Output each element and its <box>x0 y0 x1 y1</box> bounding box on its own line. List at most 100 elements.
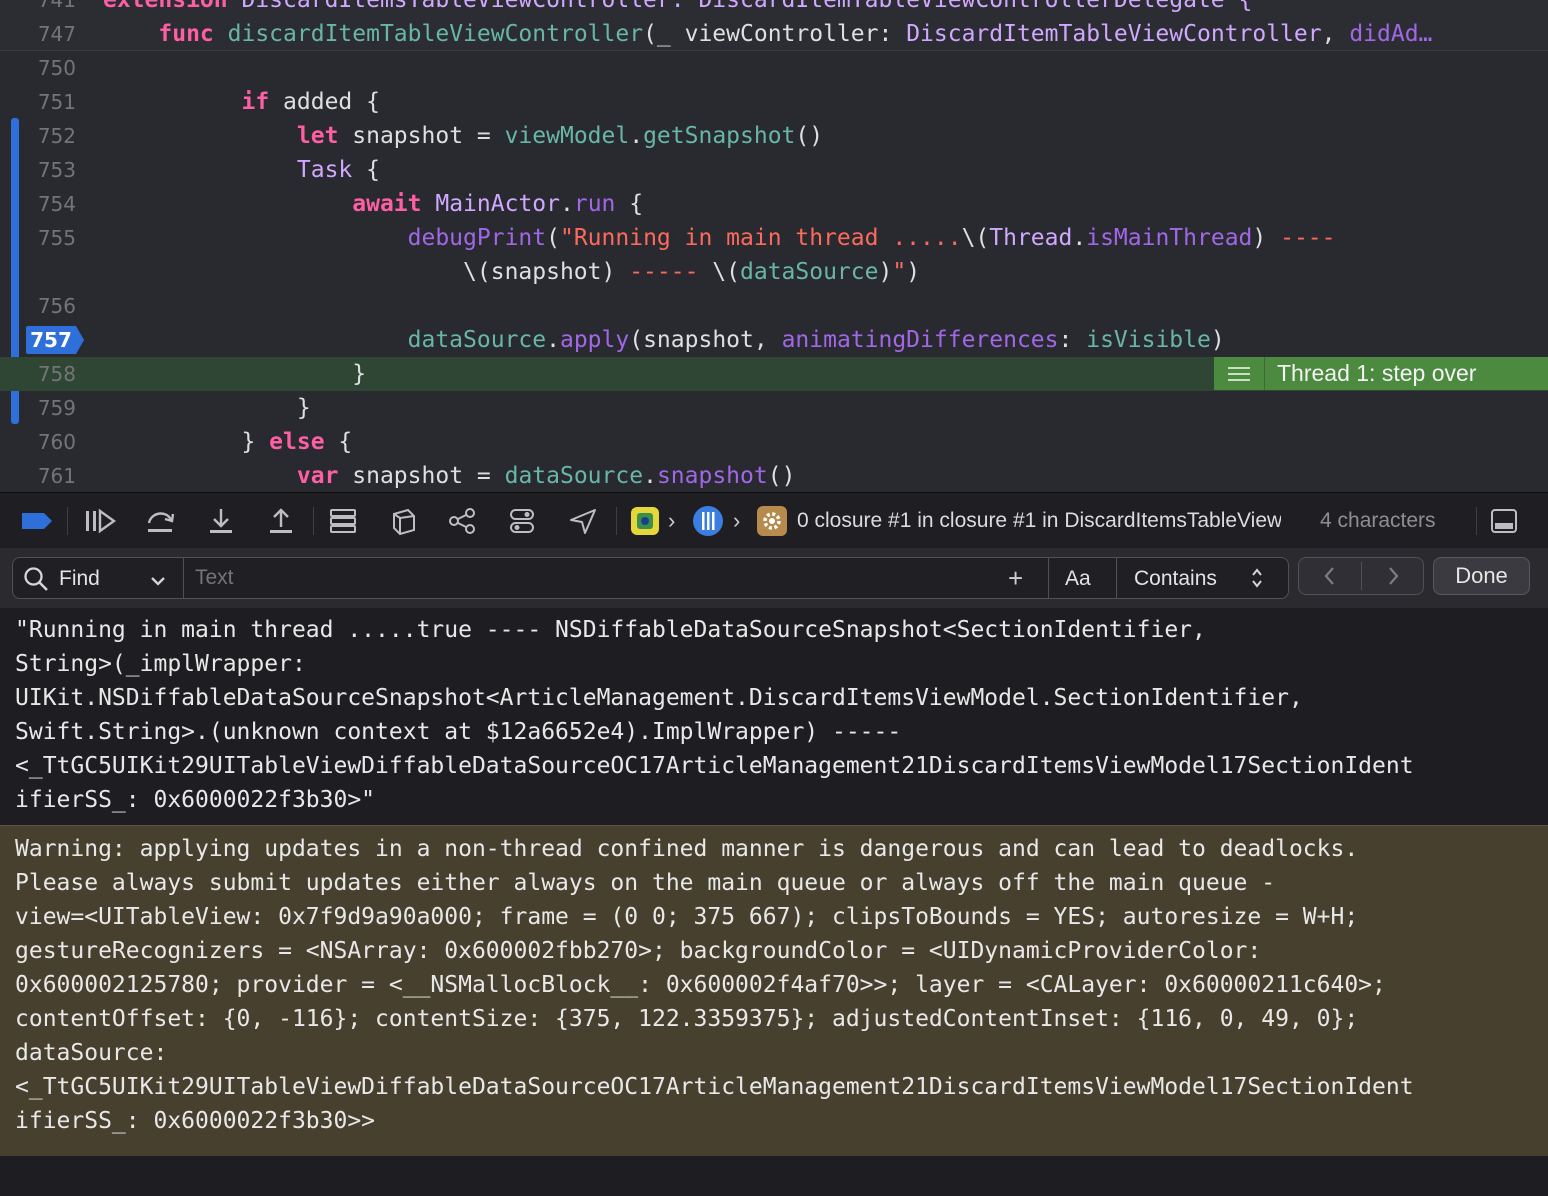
code-text[interactable]: } <box>103 357 366 391</box>
line-number[interactable]: 760 <box>0 425 76 459</box>
divider <box>183 558 184 598</box>
code-token: , <box>1321 21 1350 47</box>
code-text[interactable]: let snapshot = viewModel.getSnapshot() <box>103 119 823 153</box>
toggles-icon[interactable] <box>508 505 536 537</box>
code-line[interactable]: 760 } else { <box>0 425 1548 459</box>
code-line[interactable]: \(snapshot) ----- \(dataSource)") <box>0 255 1548 289</box>
source-editor[interactable]: 750 751 if added {752 let snapshot = view… <box>0 0 1548 492</box>
code-line[interactable]: 751 if added { <box>0 85 1548 119</box>
code-line[interactable]: 761 var snapshot = dataSource.snapshot() <box>0 459 1548 492</box>
code-token: { <box>324 429 353 455</box>
divider <box>1116 558 1117 598</box>
code-line[interactable]: 756 <box>0 289 1548 323</box>
line-number[interactable]: 757 <box>26 323 76 357</box>
code-line[interactable]: 754 await MainActor.run { <box>0 187 1548 221</box>
code-text[interactable]: debugPrint("Running in main thread .....… <box>103 221 1336 255</box>
line-number[interactable]: 751 <box>0 85 76 119</box>
search-icon <box>23 566 49 596</box>
continue-icon[interactable] <box>84 505 116 537</box>
code-text[interactable]: await MainActor.run { <box>103 187 643 221</box>
code-line[interactable]: 752 let snapshot = viewModel.getSnapshot… <box>0 119 1548 153</box>
code-token: { <box>352 157 380 183</box>
code-line[interactable]: 755 debugPrint("Running in main thread .… <box>0 221 1548 255</box>
simulate-location-icon[interactable] <box>568 505 598 537</box>
hide-console-icon[interactable] <box>1490 505 1518 537</box>
line-number[interactable]: 758 <box>0 357 76 391</box>
line-number[interactable]: 756 <box>0 289 76 323</box>
stack-frame-breadcrumb[interactable]: 0 closure #1 in closure #1 in DiscardIte… <box>797 503 1281 539</box>
code-token: \( <box>961 225 990 251</box>
code-token: ( <box>546 225 560 251</box>
code-line[interactable]: 753 Task { <box>0 153 1548 187</box>
thread-annotation[interactable]: Thread 1: step over <box>1214 357 1548 390</box>
previous-match-button[interactable] <box>1299 558 1361 594</box>
view-hierarchy-icon[interactable] <box>328 505 358 537</box>
code-token: ---- <box>1280 225 1336 251</box>
code-token: () <box>767 463 796 489</box>
stack-frame-gear-icon[interactable] <box>756 505 788 537</box>
code-token: ) <box>1252 225 1281 251</box>
done-button[interactable]: Done <box>1433 557 1530 595</box>
code-token: \( <box>712 259 740 285</box>
code-line[interactable]: 759 } <box>0 391 1548 425</box>
code-token: animatingDifferences <box>781 327 1059 353</box>
code-token: : <box>878 21 907 47</box>
code-text[interactable]: var snapshot = dataSource.snapshot() <box>103 459 796 492</box>
step-over-icon[interactable] <box>145 505 175 537</box>
breakpoints-toggle-icon[interactable] <box>20 505 54 537</box>
step-into-icon[interactable] <box>207 505 235 537</box>
line-number[interactable]: 750 <box>0 51 76 85</box>
find-field-container: Find + Aa Contains <box>12 557 1289 599</box>
updown-chevron-icon[interactable] <box>1250 566 1264 594</box>
plus-icon[interactable]: + <box>1008 565 1023 591</box>
find-navigation <box>1298 557 1424 595</box>
line-number[interactable]: 754 <box>0 187 76 221</box>
code-token: MainActor <box>435 191 560 217</box>
step-out-icon[interactable] <box>267 505 295 537</box>
chevron-right-icon: › <box>733 508 741 533</box>
line-number[interactable]: 755 <box>0 221 76 255</box>
code-token: viewController <box>684 21 879 47</box>
thread-icon[interactable] <box>692 505 724 537</box>
code-line[interactable]: 750 <box>0 51 1548 85</box>
code-text[interactable]: extension DiscardItemsTableViewControlle… <box>103 0 1252 17</box>
code-token: . <box>643 463 657 489</box>
line-number[interactable]: 741 <box>0 0 76 17</box>
debug-console[interactable]: "Running in main thread .....true ---- N… <box>0 608 1548 1196</box>
code-line[interactable]: 747 func discardItemTableViewController(… <box>0 17 1548 51</box>
code-text[interactable]: if added { <box>103 85 380 119</box>
code-text[interactable]: } <box>103 391 311 425</box>
code-token: isMainThread <box>1086 225 1253 251</box>
code-token: (_ <box>643 21 685 47</box>
code-text[interactable]: Task { <box>103 153 380 187</box>
code-text[interactable]: \(snapshot) ----- \(dataSource)") <box>103 255 920 289</box>
match-mode-select[interactable]: Contains <box>1134 567 1217 591</box>
line-number[interactable]: 752 <box>0 119 76 153</box>
match-case-button[interactable]: Aa <box>1065 567 1091 591</box>
environment-overrides-icon[interactable] <box>448 505 478 537</box>
line-number[interactable]: 761 <box>0 459 76 492</box>
find-mode-label[interactable]: Find <box>59 567 100 591</box>
find-text-input[interactable] <box>189 562 1001 594</box>
next-match-button[interactable] <box>1362 558 1423 594</box>
code-line[interactable]: 757 dataSource.apply(snapshot, animating… <box>0 323 1548 357</box>
app-icon[interactable] <box>630 505 660 537</box>
code-token: : <box>1058 327 1087 353</box>
code-text[interactable]: dataSource.apply(snapshot, animatingDiff… <box>103 323 1225 357</box>
code-line[interactable]: 741 extension DiscardItemsTableViewContro… <box>0 0 1548 17</box>
code-text[interactable]: func discardItemTableViewController(_ vi… <box>103 17 1432 51</box>
memory-graph-icon[interactable] <box>388 505 418 537</box>
code-token: added { <box>269 89 380 115</box>
chevron-down-icon[interactable] <box>150 572 166 591</box>
code-token: ) <box>878 259 893 285</box>
code-text[interactable]: } else { <box>103 425 352 459</box>
line-number[interactable]: 759 <box>0 391 76 425</box>
line-number[interactable]: 753 <box>0 153 76 187</box>
code-token: . <box>559 191 574 217</box>
line-number[interactable]: 747 <box>0 17 76 51</box>
code-token: } <box>103 429 270 455</box>
